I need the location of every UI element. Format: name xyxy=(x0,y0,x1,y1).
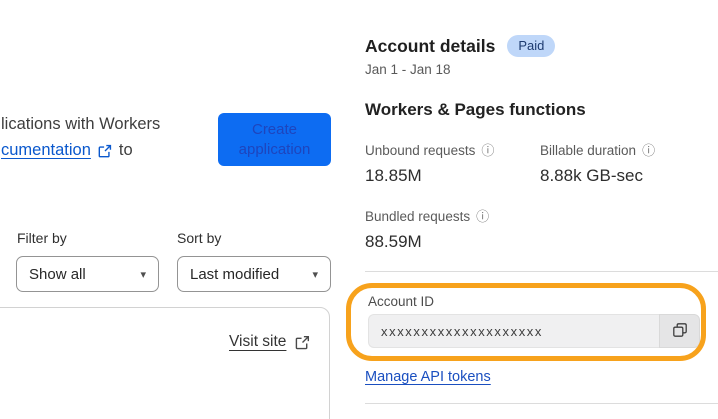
account-details-header: Account details Paid xyxy=(365,35,556,58)
divider xyxy=(365,403,718,404)
account-id-input[interactable] xyxy=(368,314,659,348)
intro-text-line2: cumentation to xyxy=(1,141,133,160)
chevron-down-icon: ▾ xyxy=(140,268,146,281)
stat-label-text: Bundled requests xyxy=(365,209,471,224)
stat-billable-duration: Billable duration ⓘ 8.88k GB-sec xyxy=(540,143,710,186)
sort-by-label: Sort by xyxy=(177,230,222,246)
info-icon[interactable]: ⓘ xyxy=(476,210,489,223)
application-card xyxy=(0,307,330,419)
external-link-icon xyxy=(295,335,310,350)
stat-label-text: Unbound requests xyxy=(365,143,476,158)
stat-unbound-requests: Unbound requests ⓘ 18.85M xyxy=(365,143,535,186)
intro-text-suffix: to xyxy=(118,141,133,159)
create-application-button[interactable]: Create application xyxy=(218,113,331,166)
stat-bundled-requests: Bundled requests ⓘ 88.59M xyxy=(365,209,535,252)
stat-value: 18.85M xyxy=(365,166,422,185)
account-id-field-group xyxy=(368,314,700,348)
sort-dropdown-value: Last modified xyxy=(190,265,280,283)
functions-section-title: Workers & Pages functions xyxy=(365,100,586,119)
info-icon[interactable]: ⓘ xyxy=(642,144,655,157)
stat-value: 8.88k GB-sec xyxy=(540,166,643,185)
copy-icon xyxy=(672,322,688,341)
plan-badge: Paid xyxy=(507,35,556,58)
account-details-title: Account details xyxy=(365,35,496,56)
external-link-icon xyxy=(98,144,112,158)
chevron-down-icon: ▾ xyxy=(312,268,318,281)
intro-text-line1: lications with Workers xyxy=(1,115,161,133)
filter-dropdown[interactable]: Show all ▾ xyxy=(16,256,159,292)
manage-api-tokens-link[interactable]: Manage API tokens xyxy=(365,369,491,385)
stat-value: 88.59M xyxy=(365,232,422,251)
account-id-label: Account ID xyxy=(368,294,435,309)
documentation-link[interactable]: cumentation xyxy=(1,141,91,160)
date-range: Jan 1 - Jan 18 xyxy=(365,62,451,77)
filter-by-label: Filter by xyxy=(17,230,67,246)
stat-label: Unbound requests ⓘ xyxy=(365,143,535,158)
sort-dropdown[interactable]: Last modified ▾ xyxy=(177,256,331,292)
filter-dropdown-value: Show all xyxy=(29,265,86,283)
visit-site-row: Visit site xyxy=(229,333,310,351)
stat-label: Bundled requests ⓘ xyxy=(365,209,535,224)
workers-pages-dashboard: lications with Workers cumentation to Cr… xyxy=(0,0,718,419)
divider xyxy=(365,271,718,272)
visit-site-link[interactable]: Visit site xyxy=(229,333,286,351)
copy-account-id-button[interactable] xyxy=(659,314,700,348)
stat-label-text: Billable duration xyxy=(540,143,637,158)
info-icon[interactable]: ⓘ xyxy=(481,144,494,157)
stat-label: Billable duration ⓘ xyxy=(540,143,710,158)
